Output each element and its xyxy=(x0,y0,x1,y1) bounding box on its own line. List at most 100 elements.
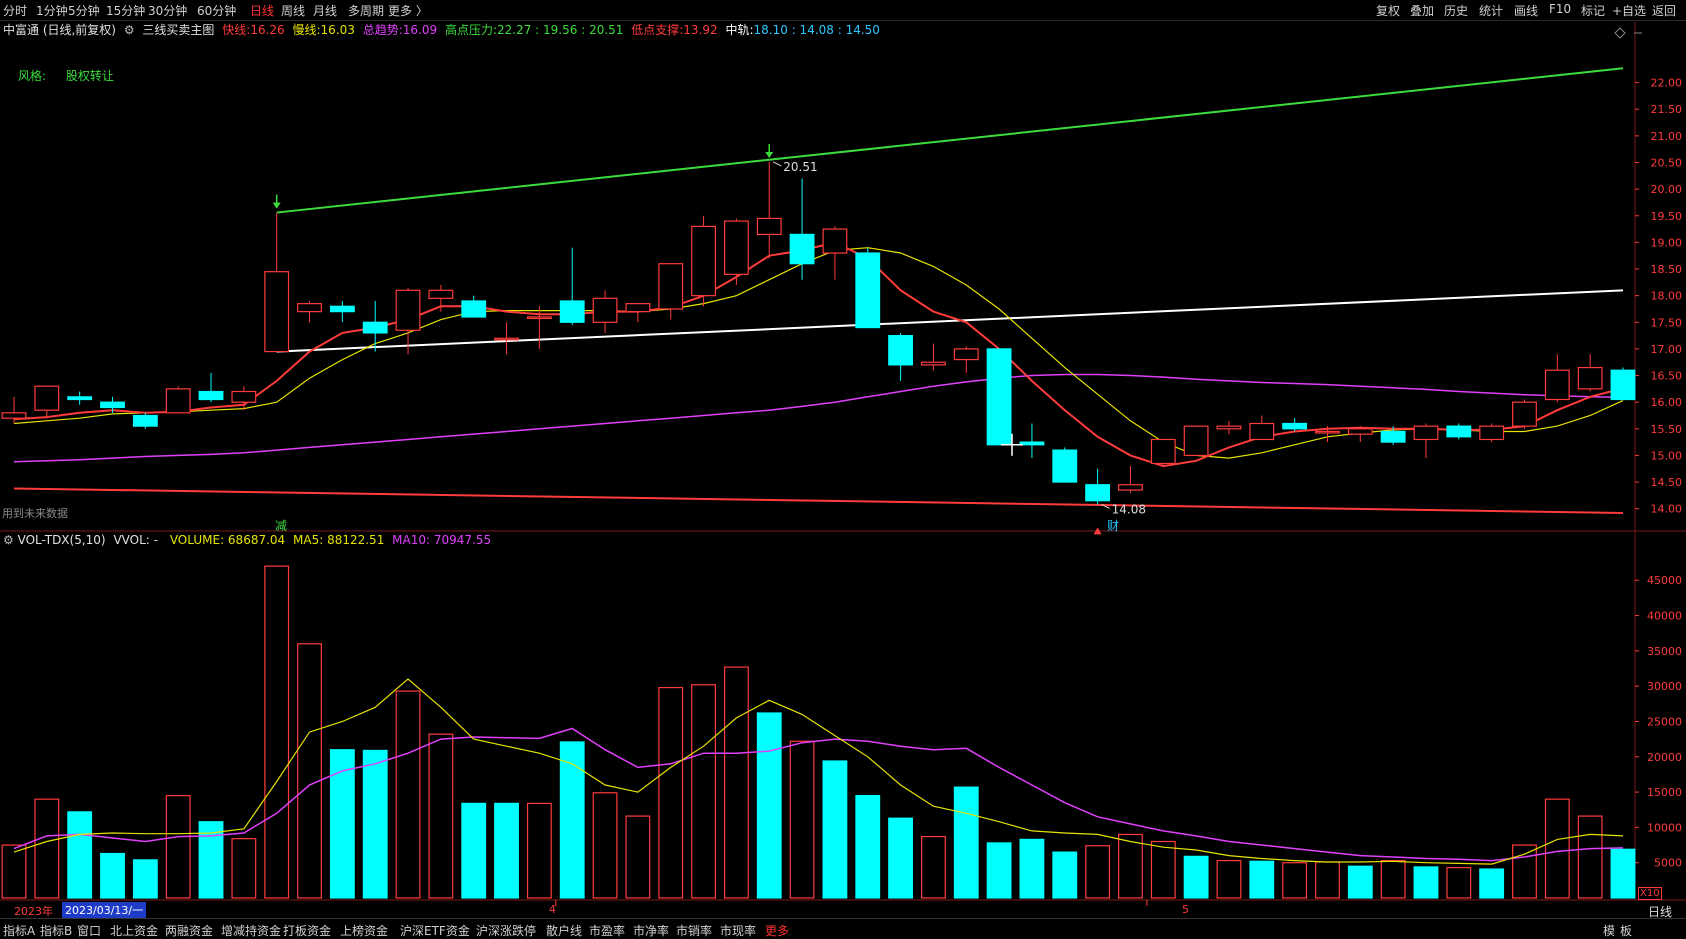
candle-body-30 xyxy=(986,348,1012,446)
bottom-tab-9[interactable]: 沪深涨跌停 xyxy=(476,922,536,939)
candle-body-0 xyxy=(1,412,27,419)
volume-bar-4 xyxy=(132,859,158,899)
ma5-value: MA5: 88122.51 xyxy=(293,533,385,547)
bottom-tab-4[interactable]: 两融资金 xyxy=(165,922,213,939)
candle-body-17 xyxy=(559,300,585,323)
volume-bar-28 xyxy=(921,835,946,899)
volume-bar-10 xyxy=(329,749,355,899)
bottom-tab-8[interactable]: 沪深ETF资金 xyxy=(400,922,470,939)
volume-bar-22 xyxy=(723,666,749,899)
vol-tick-label-7: 40000 xyxy=(1647,610,1682,623)
style-label: 风格: xyxy=(18,69,47,83)
bottom-tab-10[interactable]: 散户线 xyxy=(546,922,582,939)
vol-tick-label-0: 5000 xyxy=(1654,857,1682,870)
volume-bar-24 xyxy=(789,740,815,899)
bottom-tab-3[interactable]: 北上资金 xyxy=(110,922,158,939)
price-tick-label-12: 20.00 xyxy=(1651,183,1683,196)
slow-line xyxy=(13,247,1624,459)
vol-tick-label-2: 15000 xyxy=(1647,786,1682,799)
price-tick-label-0: 14.00 xyxy=(1651,503,1683,516)
high-marker-label: 20.51 xyxy=(783,160,817,174)
bottom-tab-2[interactable]: 窗口 xyxy=(77,922,101,939)
candle-body-4 xyxy=(132,414,158,427)
candle-body-27 xyxy=(888,334,914,366)
bottom-tab-7[interactable]: 上榜资金 xyxy=(340,922,388,939)
volume-bar-36 xyxy=(1183,855,1209,899)
volume-bar-16 xyxy=(526,802,552,899)
bottom-tab-0[interactable]: 指标A xyxy=(3,922,35,939)
mid-rail-line xyxy=(276,289,1624,353)
volume-info-bar: ⚙ VOL-TDX(5,10) VVOL: - VOLUME: 68687.04… xyxy=(0,533,491,551)
price-tick-label-11: 19.50 xyxy=(1651,210,1683,223)
candle-body-12 xyxy=(395,289,421,331)
month-5-label: 5 xyxy=(1182,903,1189,916)
candle-body-46 xyxy=(1512,401,1537,427)
bottom-tab-15[interactable]: 更多 xyxy=(765,922,789,939)
candle-body-14 xyxy=(461,300,487,318)
year-label: 2023年 xyxy=(14,905,53,918)
candle-body-39 xyxy=(1282,422,1308,430)
price-tick-label-2: 15.00 xyxy=(1651,449,1683,462)
candle-body-49 xyxy=(1610,369,1636,401)
candle-body-2 xyxy=(67,396,93,401)
price-tick-label-13: 20.50 xyxy=(1651,157,1683,170)
candle-body-8 xyxy=(264,271,290,353)
event-finance-marker[interactable]: 财 xyxy=(1107,517,1119,534)
candle-body-43 xyxy=(1413,425,1439,441)
price-tick-label-15: 21.50 xyxy=(1651,103,1683,116)
support-line xyxy=(13,487,1624,514)
price-tick-label-7: 17.50 xyxy=(1651,316,1683,329)
volume-bar-48 xyxy=(1577,815,1603,899)
bottom-tab-14[interactable]: 市现率 xyxy=(720,922,756,939)
candle-body-41 xyxy=(1347,428,1373,435)
bottom-right-tab-1[interactable]: 板 xyxy=(1620,922,1632,939)
high-marker-line xyxy=(773,161,782,167)
candle-body-37 xyxy=(1216,425,1242,430)
candle-body-1 xyxy=(34,385,60,411)
candle-body-35 xyxy=(1150,438,1176,465)
volume-indicator-name[interactable]: VOL-TDX(5,10) xyxy=(18,533,106,547)
volume-value: VOLUME: 68687.04 xyxy=(169,533,286,547)
bottom-indicator-tabs: 指标A 指标B 窗口 北上资金 两融资金 增减持资金 打板资金 上榜资金 沪深ETF资金 沪深涨跌… xyxy=(0,918,1686,939)
bottom-tab-6[interactable]: 打板资金 xyxy=(283,922,331,939)
candle-body-5 xyxy=(165,388,191,414)
low-marker-label: 14.08 xyxy=(1112,502,1146,516)
price-tick-label-16: 22.00 xyxy=(1651,77,1683,90)
volume-settings-icon[interactable]: ⚙ xyxy=(3,533,14,547)
volume-bar-41 xyxy=(1347,865,1373,899)
candle-body-42 xyxy=(1380,430,1406,443)
candle-body-40 xyxy=(1315,430,1340,434)
vol-tick-label-5: 30000 xyxy=(1647,680,1682,693)
volume-bar-12 xyxy=(395,690,421,899)
bottom-tab-13[interactable]: 市销率 xyxy=(676,922,712,939)
price-volume-chart[interactable]: 20.51 14.08 14.00 14.50 15.00 15.50 16.00 16.5… xyxy=(0,0,1686,938)
volume-ma5-line xyxy=(13,678,1624,865)
style-value: 股权转让 xyxy=(65,69,114,83)
volume-bar-1 xyxy=(34,798,60,899)
volume-bar-13 xyxy=(428,733,454,899)
volume-bar-7 xyxy=(231,838,257,899)
price-tick-label-5: 16.50 xyxy=(1651,370,1683,383)
volume-bar-0 xyxy=(1,844,27,899)
volume-bar-42 xyxy=(1380,859,1406,899)
bottom-tab-12[interactable]: 市净率 xyxy=(633,922,669,939)
bottom-tab-11[interactable]: 市盈率 xyxy=(589,922,625,939)
volume-bar-15 xyxy=(494,802,519,899)
candle-body-38 xyxy=(1249,422,1275,441)
candle-body-28 xyxy=(921,361,946,366)
price-tick-label-9: 18.50 xyxy=(1651,263,1683,276)
resistance-line xyxy=(276,67,1624,214)
candle-body-19 xyxy=(625,303,651,313)
bottom-tab-5[interactable]: 增减持资金 xyxy=(221,922,281,939)
candle-body-34 xyxy=(1118,484,1143,491)
volume-bar-47 xyxy=(1544,798,1570,899)
bottom-tab-1[interactable]: 指标B xyxy=(40,922,72,939)
candle-body-20 xyxy=(658,263,684,310)
event-reduce-marker[interactable]: 减 xyxy=(275,517,287,534)
bottom-right-tab-0[interactable]: 模 xyxy=(1603,922,1615,939)
volume-bar-9 xyxy=(297,643,322,899)
candle-body-47 xyxy=(1544,369,1570,401)
volume-bar-30 xyxy=(986,842,1012,899)
vol-tick-label-1: 10000 xyxy=(1647,821,1682,834)
candle-body-44 xyxy=(1446,425,1472,438)
